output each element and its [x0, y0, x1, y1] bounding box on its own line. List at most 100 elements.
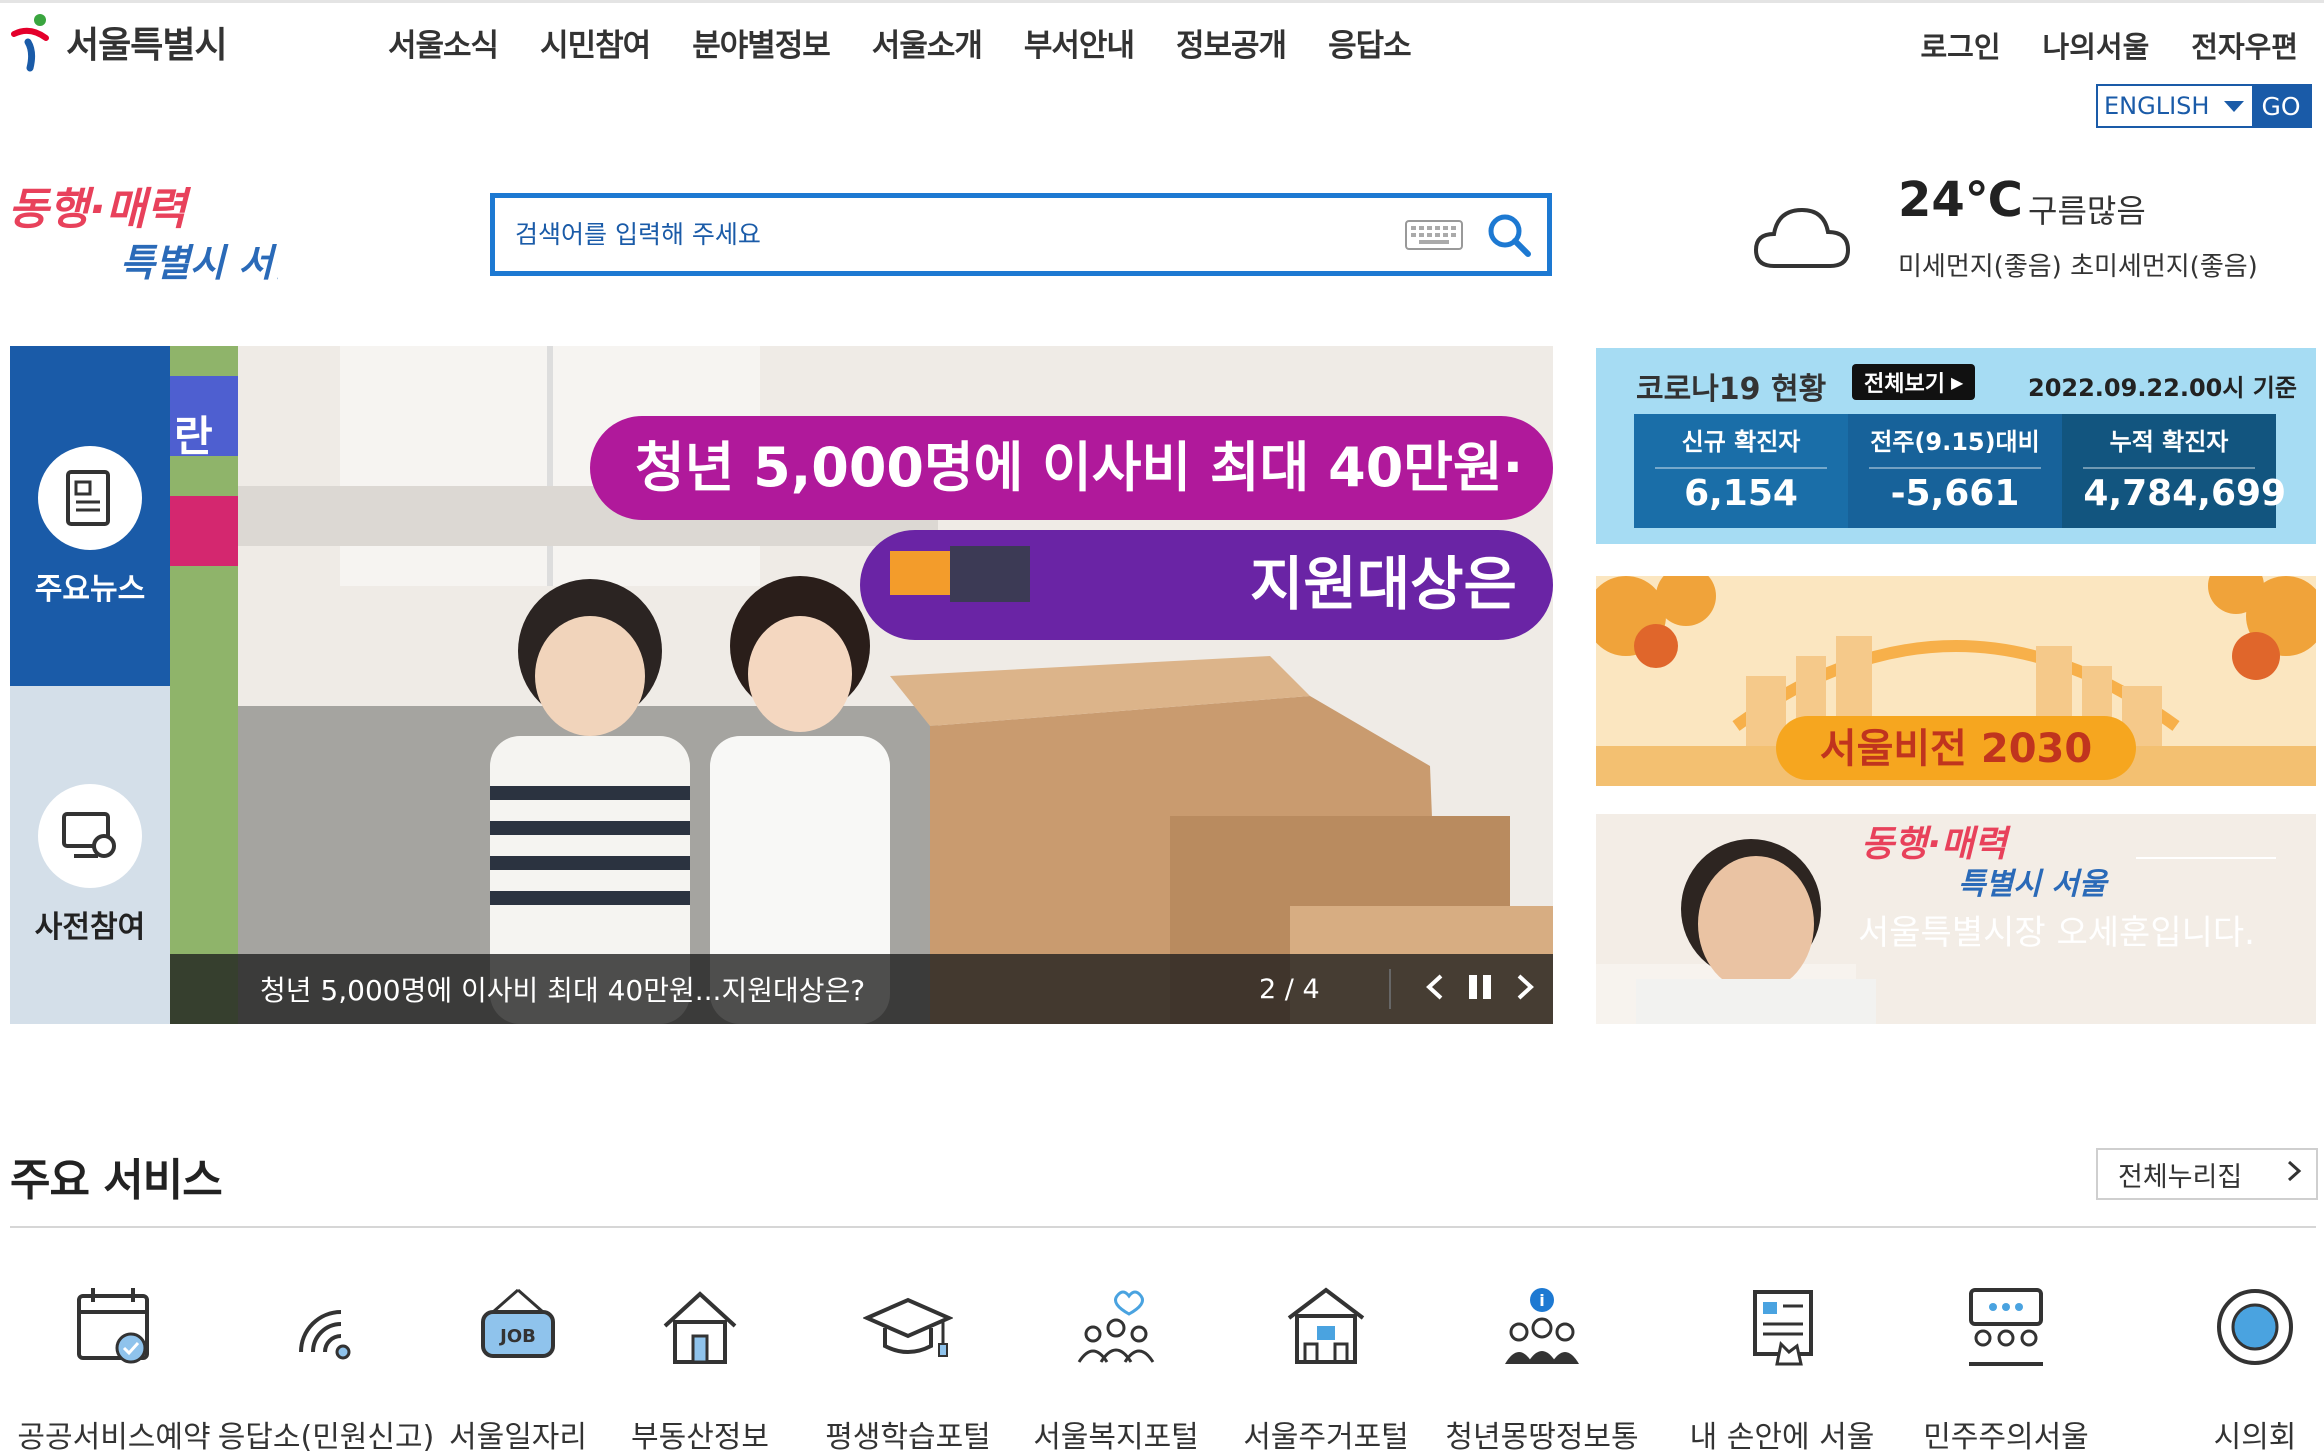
stat-value: 6,154 [1655, 467, 1827, 514]
search-box [490, 193, 1552, 276]
service-label: 평생학습포털 [825, 1420, 991, 1455]
service-label: 서울일자리 [449, 1420, 587, 1455]
meeting-icon [1961, 1282, 2051, 1372]
main-banner-slide[interactable]: 청년 5,000명에 이사비 최대 40만원· 지원대상은 란 [170, 346, 1553, 1024]
mayor-banner[interactable]: 동행·매력 특별시 서울 서울특별시장 오세훈입니다. [1596, 814, 2316, 1024]
nav-item-participation[interactable]: 시민참여 [540, 20, 651, 65]
language-selected-value: ENGLISH [2104, 92, 2210, 120]
tab-pre-participation[interactable]: 사전참여 [10, 686, 170, 1024]
caret-right-icon: ▶ [1950, 372, 1964, 392]
language-selector: ENGLISH GO [2096, 84, 2312, 128]
covid-date: 2022.09.22.00시 기준 [2028, 374, 2297, 402]
banner-headline1: 청년 5,000명에 이사비 최대 40만원· [635, 436, 1523, 499]
seoul-vision-banner[interactable]: 서울비전 2030 [1596, 576, 2316, 786]
language-go-button[interactable]: GO [2252, 86, 2310, 126]
chevron-right-icon [2286, 1159, 2302, 1190]
air-quality: 미세먼지(좋음) 초미세먼지(좋음) [1898, 252, 2258, 282]
service-label: 시의회 [2213, 1420, 2297, 1455]
nav-item-field-info[interactable]: 분야별정보 [692, 20, 831, 65]
service-public-reservation[interactable]: 공공서비스예약 [14, 1282, 214, 1456]
service-label: 서울주거포털 [1243, 1420, 1409, 1455]
service-label: 청년몽땅정보통 [1445, 1420, 1639, 1455]
service-city-council[interactable]: 시의회 [2190, 1282, 2320, 1456]
house-icon [655, 1282, 745, 1372]
search-icon[interactable] [1485, 211, 1533, 259]
login-link[interactable]: 로그인 [1920, 24, 2000, 66]
service-seoul-in-my-hand[interactable]: 내 손안에 서울 [1682, 1282, 1882, 1456]
covid-status-panel: 코로나19 현황 전체보기 ▶ 2022.09.22.00시 기준 신규 확진자… [1596, 348, 2316, 544]
stat-label: 전주(9.15)대비 [1870, 428, 2040, 456]
service-label: 공공서비스예약 [17, 1420, 211, 1455]
keyboard-icon[interactable] [1405, 219, 1463, 250]
youth-info-icon: i [1497, 1282, 1587, 1372]
services-divider [10, 1226, 2316, 1228]
building-icon [1281, 1282, 1371, 1372]
covid-stat-weekly-diff: 전주(9.15)대비 -5,661 [1848, 414, 2062, 528]
slogan-logo[interactable]: 동행·매력 특별시 서울 [8, 176, 311, 288]
service-youth-info[interactable]: i 청년몽땅정보통 [1442, 1282, 1642, 1456]
slogan-line1: 동행·매력 [8, 184, 191, 235]
service-welfare-portal[interactable]: 서울복지포털 [1016, 1282, 1216, 1456]
search-input[interactable] [495, 198, 1405, 271]
language-select[interactable]: ENGLISH [2098, 86, 2252, 126]
nav-item-eungdapso[interactable]: 응답소 [1328, 20, 1412, 65]
council-seal-icon [2210, 1282, 2300, 1372]
seoul-logo[interactable]: 서울특별시 [10, 12, 228, 72]
chevron-down-icon [2224, 100, 2244, 112]
stat-value: -5,661 [1869, 467, 2041, 514]
service-label: 서울복지포털 [1033, 1420, 1199, 1455]
nav-item-disclosure[interactable]: 정보공개 [1176, 20, 1287, 65]
news-icon [38, 446, 142, 550]
service-housing-portal[interactable]: 서울주거포털 [1226, 1282, 1426, 1456]
service-label: 내 손안에 서울 [1689, 1420, 1875, 1455]
my-seoul-link[interactable]: 나의서울 [2043, 24, 2150, 66]
prev-slide-icon[interactable] [1423, 973, 1445, 1005]
all-sites-button[interactable]: 전체누리집 [2096, 1148, 2318, 1200]
service-seoul-jobs[interactable]: JOB 서울일자리 [418, 1282, 618, 1456]
weather-condition: 구름많음 [2028, 192, 2146, 230]
service-lifelong-learning[interactable]: 평생학습포털 [808, 1282, 1008, 1456]
tab-main-news[interactable]: 주요뉴스 [10, 346, 200, 686]
cloud-icon [1752, 200, 1852, 272]
graduation-cap-icon [862, 1282, 954, 1372]
mayor-text: 서울특별시장 오세훈입니다. [1858, 913, 2255, 953]
service-label: 부동산정보 [631, 1420, 769, 1455]
service-democracy-seoul[interactable]: 민주주의서울 [1906, 1282, 2106, 1456]
service-real-estate[interactable]: 부동산정보 [600, 1282, 800, 1456]
weather-temperature: 24℃ [1898, 172, 2023, 228]
banner-headline2: 지원대상은 [1250, 550, 1517, 618]
caption-divider [1389, 969, 1391, 1009]
banner-side-glyph: 란 [174, 412, 213, 461]
banner-illustration: 청년 5,000명에 이사비 최대 40만원· 지원대상은 란 [170, 346, 1553, 1024]
covid-stat-total: 누적 확진자 4,784,699 [2062, 414, 2286, 528]
email-link[interactable]: 전자우편 [2191, 24, 2298, 66]
top-border [0, 0, 2324, 3]
nav-item-news[interactable]: 서울소식 [388, 20, 499, 65]
slogan-line2: 특별시 서울 [120, 241, 278, 285]
slide-counter: 2 / 4 [1259, 973, 1320, 1005]
nav-item-departments[interactable]: 부서안내 [1024, 20, 1135, 65]
logo-text: 서울특별시 [66, 25, 228, 66]
banner-caption-bar: 청년 5,000명에 이사비 최대 40만원...지원대상은? 2 / 4 [170, 954, 1553, 1024]
pause-icon[interactable] [1467, 973, 1493, 1005]
nav-item-about-seoul[interactable]: 서울소개 [872, 20, 983, 65]
service-label: 민주주의서울 [1923, 1420, 2089, 1455]
seoul-symbol-icon [10, 12, 60, 72]
job-sign-icon: JOB [473, 1282, 563, 1372]
covid-title: 코로나19 현황 [1636, 372, 1827, 407]
all-sites-label: 전체누리집 [2118, 1161, 2243, 1193]
services-title: 주요 서비스 [10, 1155, 223, 1206]
svg-text:JOB: JOB [498, 1326, 536, 1347]
tab-main-news-label: 주요뉴스 [34, 572, 146, 607]
stat-label: 누적 확진자 [2109, 428, 2229, 456]
signal-icon [281, 1282, 371, 1372]
covid-stats: 신규 확진자 6,154 전주(9.15)대비 -5,661 누적 확진자 4,… [1634, 414, 2286, 528]
banner-caption[interactable]: 청년 5,000명에 이사비 최대 40만원...지원대상은? [170, 969, 1259, 1009]
service-eungdapso[interactable]: 응답소(민원신고) [218, 1282, 434, 1456]
mayor-slogan1: 동행·매력 [1861, 824, 2011, 865]
svg-text:i: i [1539, 1291, 1544, 1310]
vision-label: 서울비전 2030 [1820, 726, 2092, 772]
covid-view-all-button[interactable]: 전체보기 ▶ [1852, 364, 1976, 400]
tab-pre-participation-label: 사전참여 [34, 910, 146, 945]
next-slide-icon[interactable] [1515, 973, 1537, 1005]
